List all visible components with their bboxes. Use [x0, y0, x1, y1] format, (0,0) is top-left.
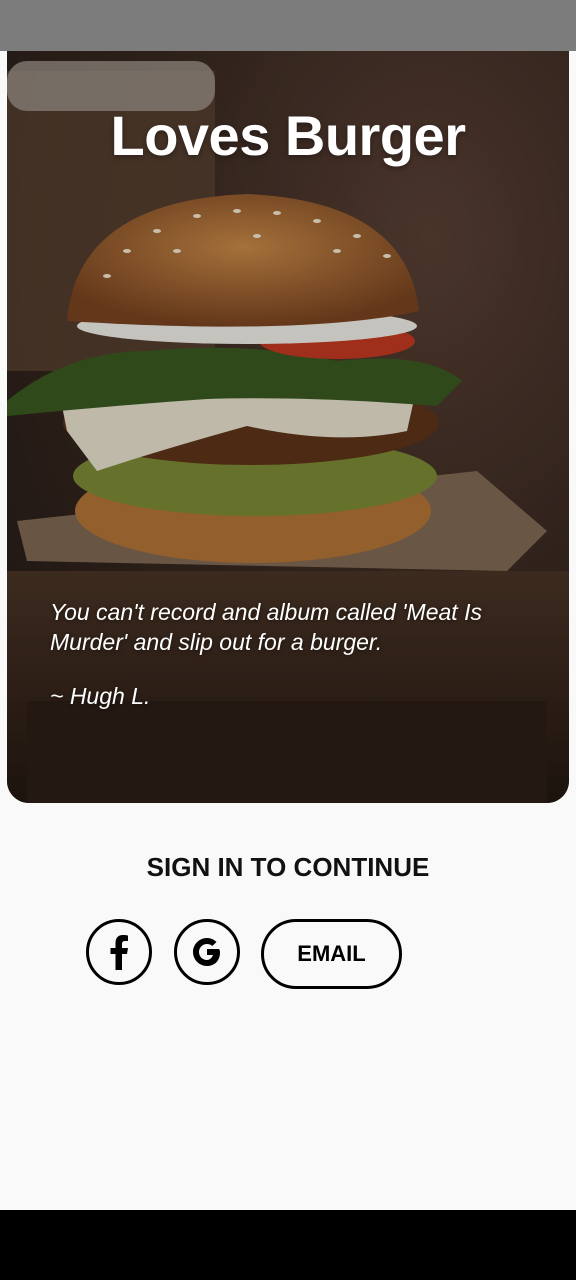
- hero-card: Loves Burger You can't record and album …: [7, 51, 569, 803]
- sign-in-heading: SIGN IN TO CONTINUE: [146, 852, 430, 882]
- facebook-icon: [110, 935, 128, 970]
- email-button-label: EMAIL: [297, 941, 366, 966]
- email-login-button[interactable]: EMAIL: [261, 919, 402, 989]
- quote-text: You can't record and album called 'Meat …: [50, 599, 482, 655]
- google-login-button[interactable]: [174, 919, 240, 985]
- google-icon: [193, 938, 220, 966]
- app-title: Loves Burger: [110, 104, 467, 167]
- quote-author: ~ Hugh L.: [50, 683, 151, 709]
- facebook-login-button[interactable]: [86, 919, 152, 985]
- status-bar: [0, 0, 576, 51]
- navigation-bar: [0, 1210, 576, 1280]
